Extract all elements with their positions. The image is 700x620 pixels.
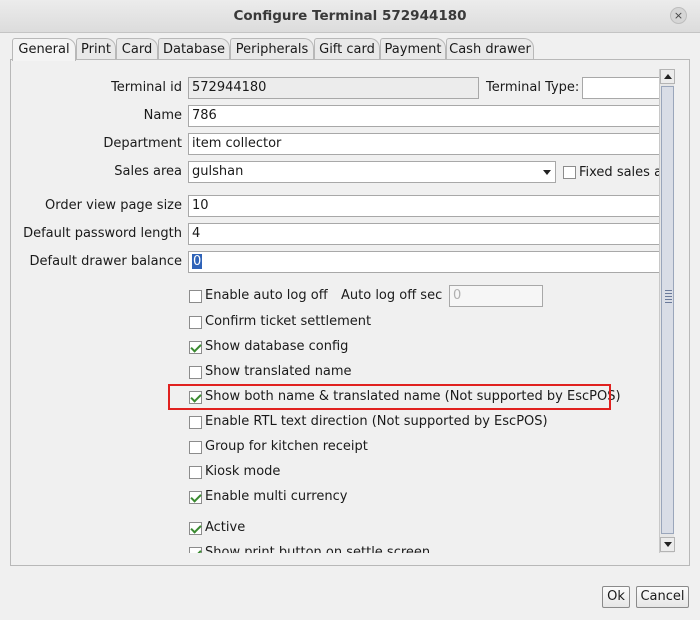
- title-bar: Configure Terminal 572944180 ×: [0, 0, 700, 33]
- tab-general[interactable]: General: [12, 38, 76, 61]
- terminal-type-label: Terminal Type:: [486, 80, 580, 95]
- tab-print[interactable]: Print: [76, 38, 116, 60]
- terminal-id-field: 572944180: [188, 77, 479, 99]
- show-print-button-checkbox[interactable]: [189, 547, 202, 553]
- fixed-sales-area-label: Fixed sales a: [579, 165, 659, 180]
- enable-rtl-checkbox[interactable]: [189, 416, 202, 429]
- tab-gift-card[interactable]: Gift card: [314, 38, 380, 60]
- show-print-button-label: Show print button on settle screen: [205, 545, 431, 553]
- chevron-down-icon: [543, 170, 551, 175]
- name-field[interactable]: 786: [188, 105, 659, 127]
- tab-database[interactable]: Database: [158, 38, 230, 60]
- department-field[interactable]: item collector: [188, 133, 659, 155]
- ok-button[interactable]: Ok: [602, 586, 630, 608]
- enable-multi-currency-checkbox[interactable]: [189, 491, 202, 504]
- confirm-ticket-settlement-checkbox[interactable]: [189, 316, 202, 329]
- show-database-config-label: Show database config: [205, 339, 349, 354]
- vertical-scrollbar[interactable]: [659, 69, 675, 553]
- show-translated-name-label: Show translated name: [205, 364, 352, 379]
- group-kitchen-receipt-checkbox[interactable]: [189, 441, 202, 454]
- auto-log-off-sec-label: Auto log off sec: [341, 288, 443, 303]
- grip-line: [665, 290, 672, 291]
- active-label: Active: [205, 520, 246, 535]
- sales-area-label: Sales area: [114, 164, 182, 179]
- highlight-box: [168, 384, 611, 410]
- scrollbar-thumb[interactable]: [661, 86, 674, 534]
- tab-payment[interactable]: Payment: [380, 38, 446, 60]
- kiosk-mode-label: Kiosk mode: [205, 464, 281, 479]
- fixed-sales-area-checkbox[interactable]: [563, 166, 576, 179]
- enable-auto-log-off-label: Enable auto log off: [205, 288, 328, 303]
- enable-rtl-label: Enable RTL text direction (Not supported…: [205, 414, 548, 429]
- order-view-page-size-field[interactable]: 10: [188, 195, 659, 217]
- default-drawer-balance-field[interactable]: 0: [188, 251, 659, 273]
- close-icon[interactable]: ×: [670, 7, 687, 24]
- scroll-down-icon[interactable]: [660, 537, 675, 552]
- show-translated-name-checkbox[interactable]: [189, 366, 202, 379]
- confirm-ticket-settlement-label: Confirm ticket settlement: [205, 314, 372, 329]
- kiosk-mode-checkbox[interactable]: [189, 466, 202, 479]
- auto-log-off-sec-field: 0: [449, 285, 543, 307]
- general-scroll-area: Terminal id 572944180 Terminal Type: Nam…: [12, 61, 659, 553]
- drawer-balance-value: 0: [192, 254, 203, 269]
- window-title: Configure Terminal 572944180: [233, 8, 467, 24]
- cancel-button[interactable]: Cancel: [636, 586, 689, 608]
- department-label: Department: [103, 136, 182, 151]
- sales-area-select[interactable]: gulshan: [188, 161, 556, 183]
- scroll-up-icon[interactable]: [660, 69, 675, 84]
- active-checkbox[interactable]: [189, 522, 202, 535]
- grip-line: [665, 302, 672, 303]
- default-password-length-label: Default password length: [23, 226, 182, 241]
- grip-line: [665, 299, 672, 300]
- enable-multi-currency-label: Enable multi currency: [205, 489, 348, 504]
- name-label: Name: [143, 108, 182, 123]
- tab-cash-drawer[interactable]: Cash drawer: [446, 38, 534, 60]
- tab-peripherals[interactable]: Peripherals: [230, 38, 314, 60]
- order-view-page-size-label: Order view page size: [45, 198, 182, 213]
- tab-card[interactable]: Card: [116, 38, 158, 60]
- terminal-id-label: Terminal id: [111, 80, 182, 95]
- grip-line: [665, 293, 672, 294]
- show-database-config-checkbox[interactable]: [189, 341, 202, 354]
- default-password-length-field[interactable]: 4: [188, 223, 659, 245]
- grip-line: [665, 296, 672, 297]
- group-kitchen-receipt-label: Group for kitchen receipt: [205, 439, 368, 454]
- enable-auto-log-off-checkbox[interactable]: [189, 290, 202, 303]
- terminal-type-field[interactable]: [582, 77, 659, 99]
- sales-area-value: gulshan: [192, 164, 244, 179]
- default-drawer-balance-label: Default drawer balance: [29, 254, 182, 269]
